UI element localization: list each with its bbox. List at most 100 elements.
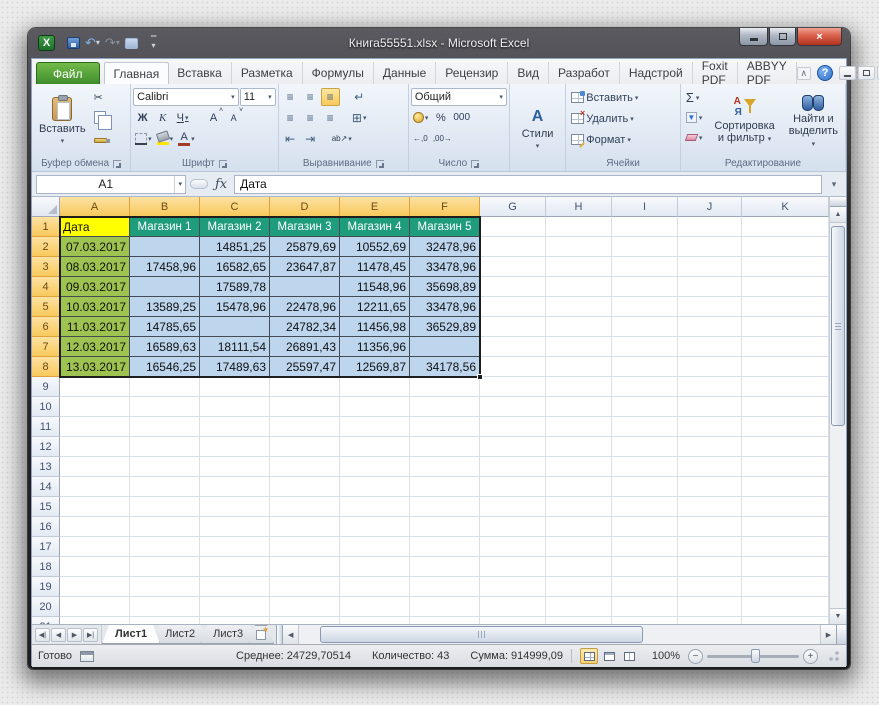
column-header[interactable]: K xyxy=(742,197,829,217)
resize-grip[interactable] xyxy=(828,650,840,662)
cell[interactable] xyxy=(200,517,270,537)
decrease-decimal-button[interactable]: ,00→ xyxy=(431,130,454,148)
dialog-launcher-icon[interactable] xyxy=(375,159,384,168)
cut-button[interactable]: ✂ xyxy=(91,88,115,107)
cell[interactable] xyxy=(340,397,410,417)
cell[interactable] xyxy=(546,357,612,377)
cell[interactable] xyxy=(60,577,130,597)
cell[interactable] xyxy=(60,397,130,417)
cell[interactable] xyxy=(340,597,410,617)
cell[interactable] xyxy=(678,417,742,437)
cell[interactable] xyxy=(340,437,410,457)
cell[interactable] xyxy=(678,577,742,597)
ribbon-tab[interactable]: Разработ xyxy=(549,62,620,84)
row-header[interactable]: 14 xyxy=(32,477,60,497)
cell[interactable] xyxy=(546,617,612,624)
cell[interactable] xyxy=(130,517,200,537)
cell[interactable]: 35698,89 xyxy=(410,277,480,297)
row-header[interactable]: 7 xyxy=(32,337,60,357)
row-header[interactable]: 2 xyxy=(32,237,60,257)
cell[interactable]: 11.03.2017 xyxy=(60,317,130,337)
cell[interactable] xyxy=(410,597,480,617)
accounting-format-button[interactable]: ▾ xyxy=(411,109,431,127)
align-bottom-button[interactable]: ≡ xyxy=(320,87,340,106)
row-header[interactable]: 11 xyxy=(32,417,60,437)
help-icon[interactable]: ? xyxy=(817,65,834,81)
ribbon-tab[interactable]: Надстрой xyxy=(620,62,693,84)
doc-minimize-button[interactable] xyxy=(839,66,857,80)
cell[interactable] xyxy=(130,497,200,517)
cell[interactable] xyxy=(480,357,546,377)
row-header[interactable]: 20 xyxy=(32,597,60,617)
align-middle-button[interactable]: ≡ xyxy=(301,88,320,106)
cell[interactable] xyxy=(200,437,270,457)
cell[interactable] xyxy=(200,557,270,577)
horizontal-scroll-thumb[interactable] xyxy=(320,626,643,643)
cell[interactable] xyxy=(200,577,270,597)
cell[interactable]: 16582,65 xyxy=(200,257,270,277)
cell[interactable]: 09.03.2017 xyxy=(60,277,130,297)
cell[interactable] xyxy=(678,377,742,397)
column-header[interactable]: I xyxy=(612,197,678,217)
cell[interactable] xyxy=(410,557,480,577)
cell[interactable]: 14851,25 xyxy=(200,237,270,257)
cell[interactable] xyxy=(546,557,612,577)
font-color-button[interactable]: А ▾ xyxy=(176,130,197,148)
cell[interactable] xyxy=(480,537,546,557)
cell[interactable] xyxy=(678,357,742,377)
column-header[interactable]: G xyxy=(480,197,546,217)
cell[interactable]: 14785,65 xyxy=(130,317,200,337)
cell[interactable] xyxy=(60,417,130,437)
zoom-in-icon[interactable]: + xyxy=(803,648,818,664)
maximize-button[interactable] xyxy=(769,28,796,46)
sheet-tab[interactable]: Лист3 xyxy=(200,625,256,644)
shrink-font-button[interactable]: А xyxy=(224,107,244,127)
cell[interactable] xyxy=(678,297,742,317)
cell[interactable] xyxy=(130,477,200,497)
cell[interactable] xyxy=(270,477,340,497)
row-header[interactable]: 4 xyxy=(32,277,60,297)
scroll-left-icon[interactable]: ◀ xyxy=(283,625,300,644)
cell[interactable]: Магазин 4 xyxy=(340,217,410,237)
cell[interactable] xyxy=(742,277,829,297)
cell[interactable]: Магазин 1 xyxy=(130,217,200,237)
cell[interactable] xyxy=(480,417,546,437)
excel-logo-icon[interactable]: X xyxy=(38,35,55,51)
cell[interactable] xyxy=(270,497,340,517)
align-center-button[interactable]: ≡ xyxy=(301,109,320,127)
delete-cells-button[interactable]: Удалить▾ xyxy=(568,108,678,128)
row-header[interactable]: 5 xyxy=(32,297,60,317)
row-header[interactable]: 9 xyxy=(32,377,60,397)
cell[interactable] xyxy=(270,617,340,624)
cell[interactable]: 11478,45 xyxy=(340,257,410,277)
cell[interactable] xyxy=(200,397,270,417)
cell[interactable] xyxy=(480,477,546,497)
zoom-out-icon[interactable]: − xyxy=(688,648,703,664)
cell[interactable] xyxy=(340,497,410,517)
dialog-launcher-icon[interactable] xyxy=(113,159,122,168)
next-sheet-button[interactable]: ▶ xyxy=(67,627,82,642)
cell[interactable] xyxy=(546,597,612,617)
cell[interactable] xyxy=(60,537,130,557)
scroll-up-icon[interactable]: ▲ xyxy=(830,207,846,223)
prev-sheet-button[interactable]: ◀ xyxy=(51,627,66,642)
font-name-select[interactable]: Calibri ▾ xyxy=(133,87,239,106)
cell[interactable] xyxy=(742,497,829,517)
cell[interactable] xyxy=(546,257,612,277)
cell[interactable]: 15478,96 xyxy=(200,297,270,317)
cell[interactable] xyxy=(612,417,678,437)
cell[interactable] xyxy=(678,257,742,277)
page-break-view-button[interactable] xyxy=(620,648,638,664)
cell[interactable] xyxy=(742,357,829,377)
cell[interactable] xyxy=(200,477,270,497)
cell[interactable]: 12211,65 xyxy=(340,297,410,317)
cell[interactable] xyxy=(410,397,480,417)
cell[interactable] xyxy=(678,217,742,237)
fill-color-button[interactable]: ▾ xyxy=(155,130,176,148)
cell[interactable] xyxy=(612,557,678,577)
scroll-down-icon[interactable]: ▼ xyxy=(830,608,846,624)
cell[interactable] xyxy=(410,537,480,557)
cell[interactable] xyxy=(130,277,200,297)
cell[interactable] xyxy=(742,617,829,624)
cell[interactable] xyxy=(200,597,270,617)
